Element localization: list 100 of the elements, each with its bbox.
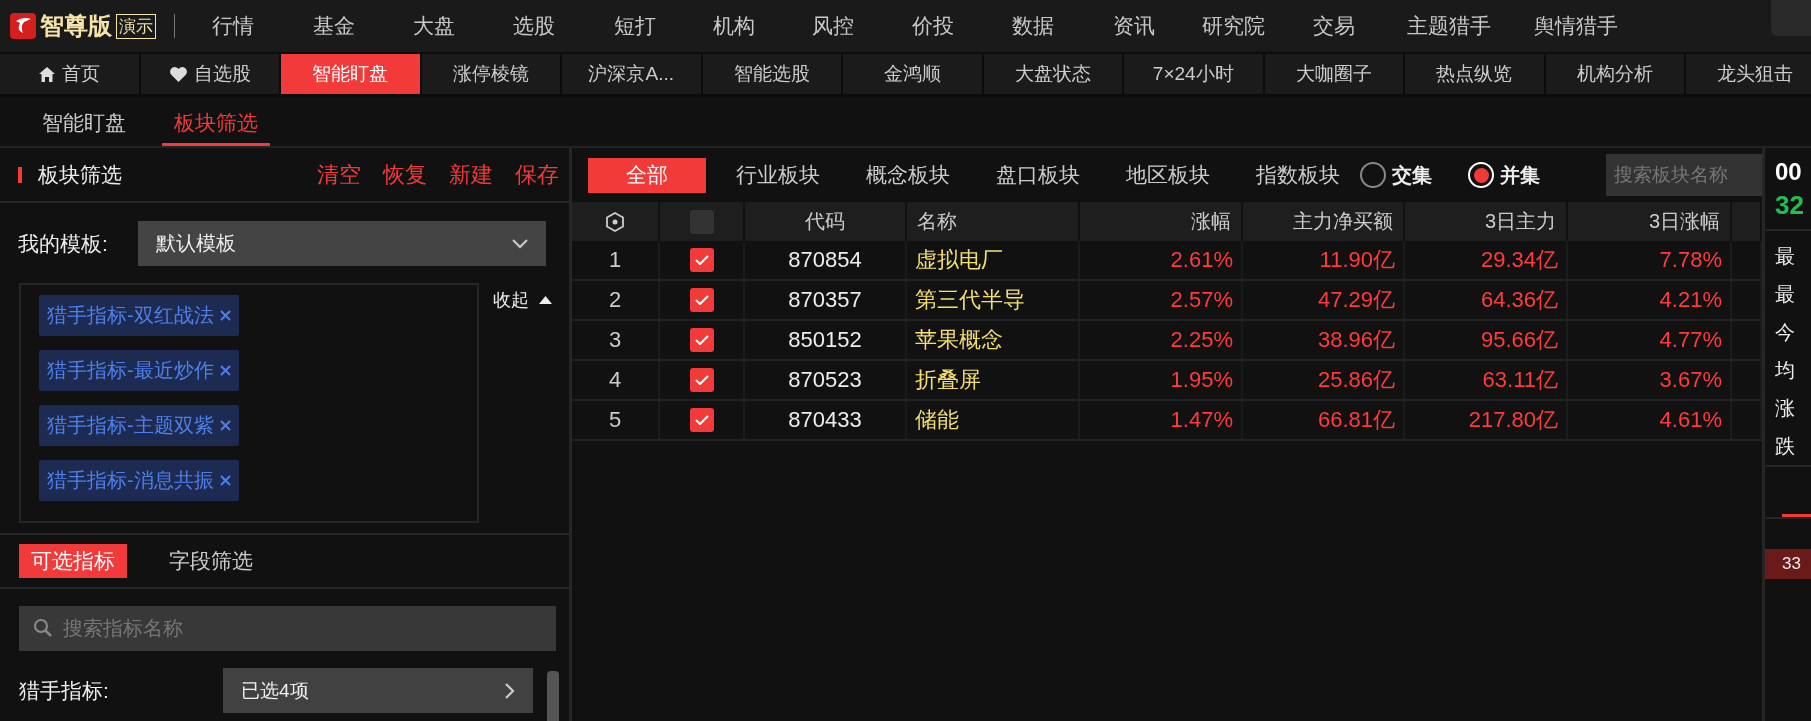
filter-tag[interactable]: 猎手指标-消息共振 — [39, 460, 239, 501]
stat-label: 均 — [1774, 358, 1796, 383]
row-number: 3 — [572, 321, 660, 359]
menu-item[interactable]: 行情 — [183, 12, 283, 40]
table-cell: 虚拟电厂 — [907, 241, 1080, 279]
filter-tag[interactable]: 猎手指标-最近炒作 — [39, 350, 239, 391]
action-link[interactable]: 清空 — [317, 159, 361, 190]
menu-item[interactable]: 短打 — [584, 12, 685, 40]
table-cell: 3.67% — [1568, 361, 1732, 399]
action-link[interactable]: 新建 — [449, 159, 493, 190]
column-header[interactable]: 名称 — [917, 208, 957, 235]
panel-tab[interactable]: 字段筛选 — [157, 544, 265, 578]
menu-item[interactable]: 舆情猎手 — [1514, 12, 1638, 40]
tab[interactable]: 龙头狙击 — [1686, 54, 1811, 94]
checkbox[interactable] — [689, 328, 714, 352]
category-tab[interactable]: 行业板块 — [736, 157, 820, 193]
menu-item[interactable]: 数据 — [982, 12, 1083, 40]
tab-label: 金鸿顺 — [883, 62, 941, 86]
column-header[interactable]: 3日涨幅 — [1648, 208, 1720, 235]
table-cell: 66.81亿 — [1243, 401, 1405, 439]
triangle-up-icon — [539, 296, 552, 304]
close-icon[interactable] — [219, 310, 231, 321]
radio-option[interactable]: 并集 — [1468, 161, 1540, 189]
menu-item[interactable]: 研究院 — [1184, 12, 1283, 40]
filter-tag[interactable]: 猎手指标-双红战法 — [39, 295, 239, 336]
column-header[interactable]: 涨幅 — [1191, 208, 1231, 235]
table-cell: 4.77% — [1568, 321, 1732, 359]
tab[interactable]: 涨停棱镜 — [421, 54, 562, 94]
table-cell: 1.47% — [1080, 401, 1243, 439]
category-tab[interactable]: 盘口板块 — [996, 157, 1080, 193]
table-cell: 1.95% — [1080, 361, 1243, 399]
checkbox[interactable] — [689, 288, 714, 312]
search-field[interactable]: 搜索指标名称 — [19, 606, 556, 651]
action-link[interactable]: 恢复 — [383, 159, 427, 190]
tab-label: 涨停棱镜 — [452, 62, 529, 86]
selection-button[interactable]: 已选4项 — [223, 668, 533, 713]
tab[interactable]: 首页 — [0, 54, 141, 94]
checkbox[interactable] — [689, 368, 714, 392]
menu-item[interactable]: 价投 — [883, 12, 982, 40]
home-icon — [38, 65, 57, 83]
menu-item[interactable]: 主题猎手 — [1384, 12, 1514, 40]
checkmark-icon — [694, 335, 709, 345]
tab[interactable]: 金鸿顺 — [843, 54, 984, 94]
checkbox[interactable] — [689, 248, 714, 272]
tab-underline — [1782, 514, 1811, 517]
hexagon-icon[interactable] — [606, 211, 624, 232]
category-tab[interactable]: 地区板块 — [1126, 157, 1210, 193]
sub-tab[interactable]: 智能盯盘 — [30, 109, 138, 146]
menu-item[interactable]: 基金 — [283, 12, 385, 40]
field-label: 猎手指标: — [19, 677, 109, 704]
template-label: 我的模板: — [18, 230, 108, 257]
menu-item[interactable]: 交易 — [1283, 12, 1384, 40]
category-tab[interactable]: 概念板块 — [866, 157, 950, 193]
tab-label: 智能盯盘 — [312, 62, 389, 86]
demo-badge: 演示 — [116, 13, 156, 39]
template-dropdown[interactable]: 默认模板 — [138, 221, 546, 266]
close-icon[interactable] — [219, 420, 231, 431]
column-header[interactable]: 3日主力 — [1484, 208, 1556, 235]
menu-item[interactable]: 选股 — [483, 12, 584, 40]
category-tab[interactable]: 指数板块 — [1256, 157, 1340, 193]
checkbox[interactable] — [689, 408, 714, 432]
stat-label: 跌 — [1774, 434, 1796, 459]
close-icon[interactable] — [219, 365, 231, 376]
tab-label: 大咖圈子 — [1295, 62, 1372, 86]
checkmark-icon — [694, 255, 709, 265]
action-link[interactable]: 保存 — [515, 159, 559, 190]
tab[interactable]: 智能选股 — [702, 54, 843, 94]
tab[interactable]: 热点纵览 — [1405, 54, 1546, 94]
tab-label: 机构分析 — [1576, 62, 1653, 86]
radio-option[interactable]: 交集 — [1360, 161, 1432, 189]
close-icon[interactable] — [219, 475, 231, 486]
title-marker — [18, 166, 22, 183]
table-cell: 储能 — [907, 401, 1080, 439]
column-header[interactable]: 代码 — [805, 208, 845, 235]
table-cell: 47.29亿 — [1243, 281, 1405, 319]
column-header[interactable]: 主力净买额 — [1293, 208, 1393, 235]
stock-code: 00 — [1774, 157, 1803, 186]
tab[interactable]: 智能盯盘 — [281, 54, 422, 94]
tab[interactable]: 机构分析 — [1545, 54, 1686, 94]
tab[interactable]: 7×24小时 — [1124, 54, 1265, 94]
tab-label: 首页 — [62, 62, 101, 86]
category-tab[interactable]: 全部 — [588, 157, 706, 193]
tab[interactable]: 大咖圈子 — [1264, 54, 1405, 94]
menu-item[interactable]: 大盘 — [385, 12, 483, 40]
menu-item[interactable]: 机构 — [685, 12, 783, 40]
tab[interactable]: 沪深京A... — [562, 54, 703, 94]
collapse-toggle[interactable]: 收起 — [493, 288, 552, 312]
menu-item[interactable]: 风控 — [783, 12, 883, 40]
row-number: 5 — [572, 401, 660, 439]
sub-tab[interactable]: 板块筛选 — [162, 109, 270, 146]
chevron-down-icon — [512, 238, 528, 249]
scrollbar-thumb[interactable] — [547, 671, 559, 721]
search-field[interactable]: 搜索板块名称 — [1606, 154, 1762, 196]
table-cell: 217.80亿 — [1405, 401, 1568, 439]
table-cell: 870357 — [745, 281, 907, 319]
table-cell: 870854 — [745, 241, 907, 279]
menu-item[interactable]: 资讯 — [1083, 12, 1184, 40]
tab[interactable]: 大盘状态 — [983, 54, 1124, 94]
filter-tag[interactable]: 猎手指标-主题双紫 — [39, 405, 239, 446]
panel-tab[interactable]: 可选指标 — [19, 544, 127, 578]
